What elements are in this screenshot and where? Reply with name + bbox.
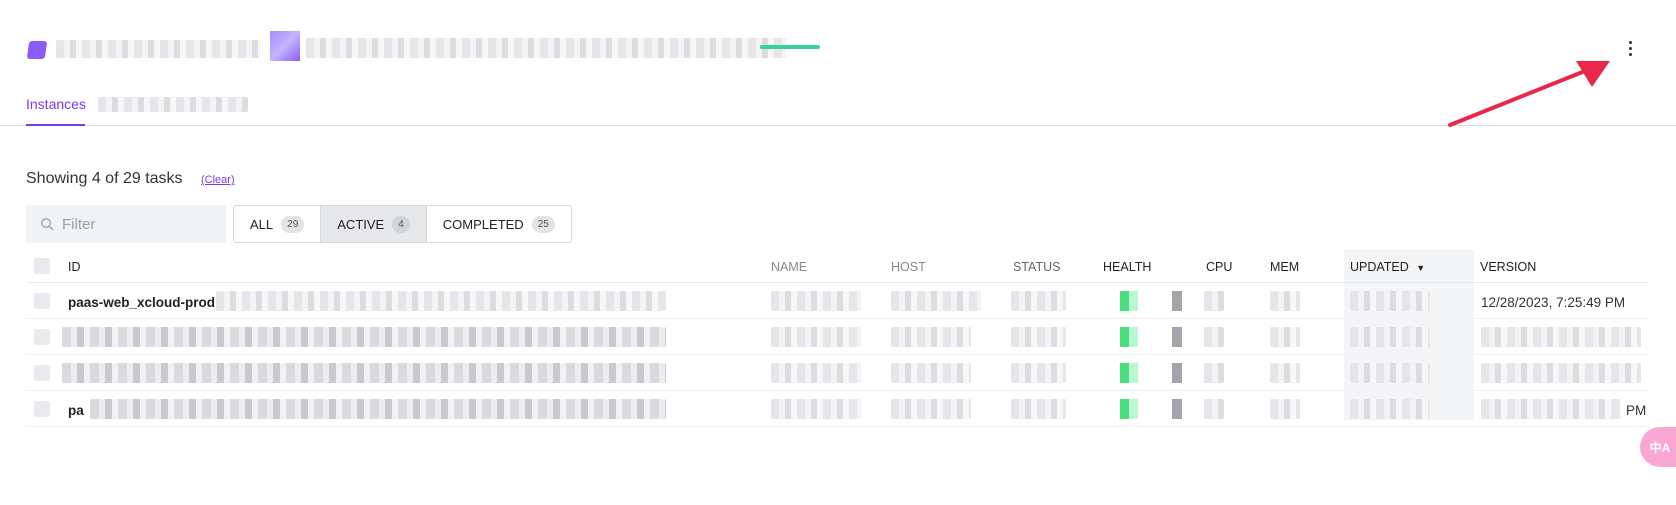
clear-filter-link[interactable]: (Clear) bbox=[201, 174, 235, 186]
column-header-status[interactable]: STATUS bbox=[1013, 260, 1060, 274]
health-indicator bbox=[1120, 363, 1138, 383]
sort-desc-icon: ▼ bbox=[1416, 263, 1426, 273]
redacted-cell bbox=[1350, 399, 1430, 419]
redacted-cell bbox=[1204, 291, 1224, 311]
task-id[interactable]: pa bbox=[68, 403, 84, 418]
column-header-health[interactable]: HEALTH bbox=[1103, 260, 1151, 274]
task-id[interactable]: paas-web_xcloud-prod bbox=[68, 295, 215, 310]
segment-completed[interactable]: COMPLETED 25 bbox=[427, 206, 571, 242]
count-badge: 4 bbox=[392, 215, 410, 233]
table-row[interactable] bbox=[26, 319, 1648, 355]
redacted-cell bbox=[1270, 363, 1300, 383]
select-all-checkbox[interactable] bbox=[34, 258, 50, 274]
redacted-cell bbox=[216, 291, 666, 311]
table-header-row: ID NAME HOST STATUS HEALTH CPU MEM UPDAT… bbox=[26, 250, 1648, 283]
task-count-summary: Showing 4 of 29 tasks bbox=[26, 170, 183, 187]
task-state-segmented-control: ALL 29 ACTIVE 4 COMPLETED 25 bbox=[233, 205, 572, 243]
tab-active-indicator bbox=[26, 124, 85, 126]
column-header-host[interactable]: HOST bbox=[891, 260, 926, 274]
redacted-cell bbox=[891, 327, 971, 347]
app-logo-icon bbox=[26, 41, 48, 59]
segment-label: ALL bbox=[250, 216, 274, 232]
column-header-updated[interactable]: UPDATED ▼ bbox=[1350, 260, 1425, 274]
health-indicator bbox=[1120, 327, 1138, 347]
redacted-cell bbox=[771, 291, 861, 311]
redacted-cell bbox=[891, 399, 971, 419]
redacted-subtitle bbox=[306, 38, 786, 58]
table-row[interactable]: paas-web_xcloud-prod 12/28/2023, 7:25:49… bbox=[26, 283, 1648, 319]
cpu-bar bbox=[1172, 327, 1182, 347]
redacted-cell bbox=[1204, 363, 1224, 383]
column-header-name[interactable]: NAME bbox=[771, 260, 807, 274]
redacted-cell bbox=[62, 363, 666, 383]
table-row[interactable]: pa PM bbox=[26, 391, 1648, 427]
redacted-cell bbox=[90, 399, 666, 419]
redacted-cell bbox=[1204, 399, 1224, 419]
redacted-cell bbox=[771, 363, 861, 383]
column-header-label: UPDATED bbox=[1350, 260, 1409, 274]
row-checkbox[interactable] bbox=[34, 365, 50, 381]
project-avatar-icon bbox=[270, 31, 300, 61]
health-indicator bbox=[1120, 291, 1138, 311]
annotation-arrow-icon bbox=[1448, 61, 1610, 127]
count-badge: 29 bbox=[281, 215, 305, 233]
segment-all[interactable]: ALL 29 bbox=[234, 206, 322, 242]
redacted-cell bbox=[771, 399, 861, 419]
filter-input[interactable] bbox=[62, 215, 222, 233]
count-badge: 25 bbox=[531, 215, 555, 233]
redacted-cell bbox=[1270, 327, 1300, 347]
row-checkbox[interactable] bbox=[34, 401, 50, 417]
column-header-mem[interactable]: MEM bbox=[1270, 260, 1299, 274]
filter-field[interactable] bbox=[26, 205, 226, 243]
redacted-cell bbox=[1481, 327, 1641, 347]
redacted-title bbox=[56, 40, 261, 58]
table-row[interactable] bbox=[26, 355, 1648, 391]
segment-label: ACTIVE bbox=[337, 216, 385, 232]
redacted-cell bbox=[1011, 399, 1066, 419]
column-header-cpu[interactable]: CPU bbox=[1206, 260, 1232, 274]
redacted-cell bbox=[1204, 327, 1224, 347]
app-header: Instances bbox=[0, 0, 1676, 126]
row-checkbox[interactable] bbox=[34, 293, 50, 309]
redacted-cell bbox=[1011, 327, 1066, 347]
segment-active[interactable]: ACTIVE 4 bbox=[321, 206, 427, 242]
version-timestamp: 12/28/2023, 7:25:49 PM bbox=[1481, 295, 1626, 310]
redacted-cell bbox=[1350, 363, 1430, 383]
column-header-id[interactable]: ID bbox=[68, 260, 81, 274]
cpu-bar bbox=[1172, 291, 1182, 311]
health-indicator bbox=[1120, 399, 1138, 419]
redacted-cell bbox=[1270, 399, 1300, 419]
redacted-cell bbox=[1350, 291, 1430, 311]
column-header-version[interactable]: VERSION bbox=[1480, 260, 1536, 274]
search-icon bbox=[40, 217, 54, 231]
row-checkbox[interactable] bbox=[34, 329, 50, 345]
version-timestamp: PM bbox=[1626, 403, 1647, 418]
redacted-tab[interactable] bbox=[98, 97, 248, 112]
tab-instances[interactable]: Instances bbox=[26, 96, 86, 112]
cpu-bar bbox=[1172, 399, 1182, 419]
redacted-cell bbox=[1481, 363, 1641, 383]
cpu-bar bbox=[1172, 363, 1182, 383]
segment-label: COMPLETED bbox=[442, 216, 524, 232]
redacted-cell bbox=[1481, 399, 1621, 419]
translate-icon[interactable]: 中A bbox=[1640, 427, 1676, 467]
redacted-cell bbox=[1011, 363, 1066, 383]
redacted-cell bbox=[1270, 291, 1300, 311]
redacted-cell bbox=[1350, 327, 1430, 347]
redacted-cell bbox=[62, 327, 666, 347]
redacted-cell bbox=[891, 291, 981, 311]
tasks-table: ID NAME HOST STATUS HEALTH CPU MEM UPDAT… bbox=[26, 250, 1648, 427]
redacted-cell bbox=[1011, 291, 1066, 311]
redacted-cell bbox=[891, 363, 971, 383]
kebab-vertical-icon[interactable] bbox=[1620, 36, 1640, 60]
status-accent bbox=[760, 45, 820, 49]
redacted-cell bbox=[771, 327, 861, 347]
